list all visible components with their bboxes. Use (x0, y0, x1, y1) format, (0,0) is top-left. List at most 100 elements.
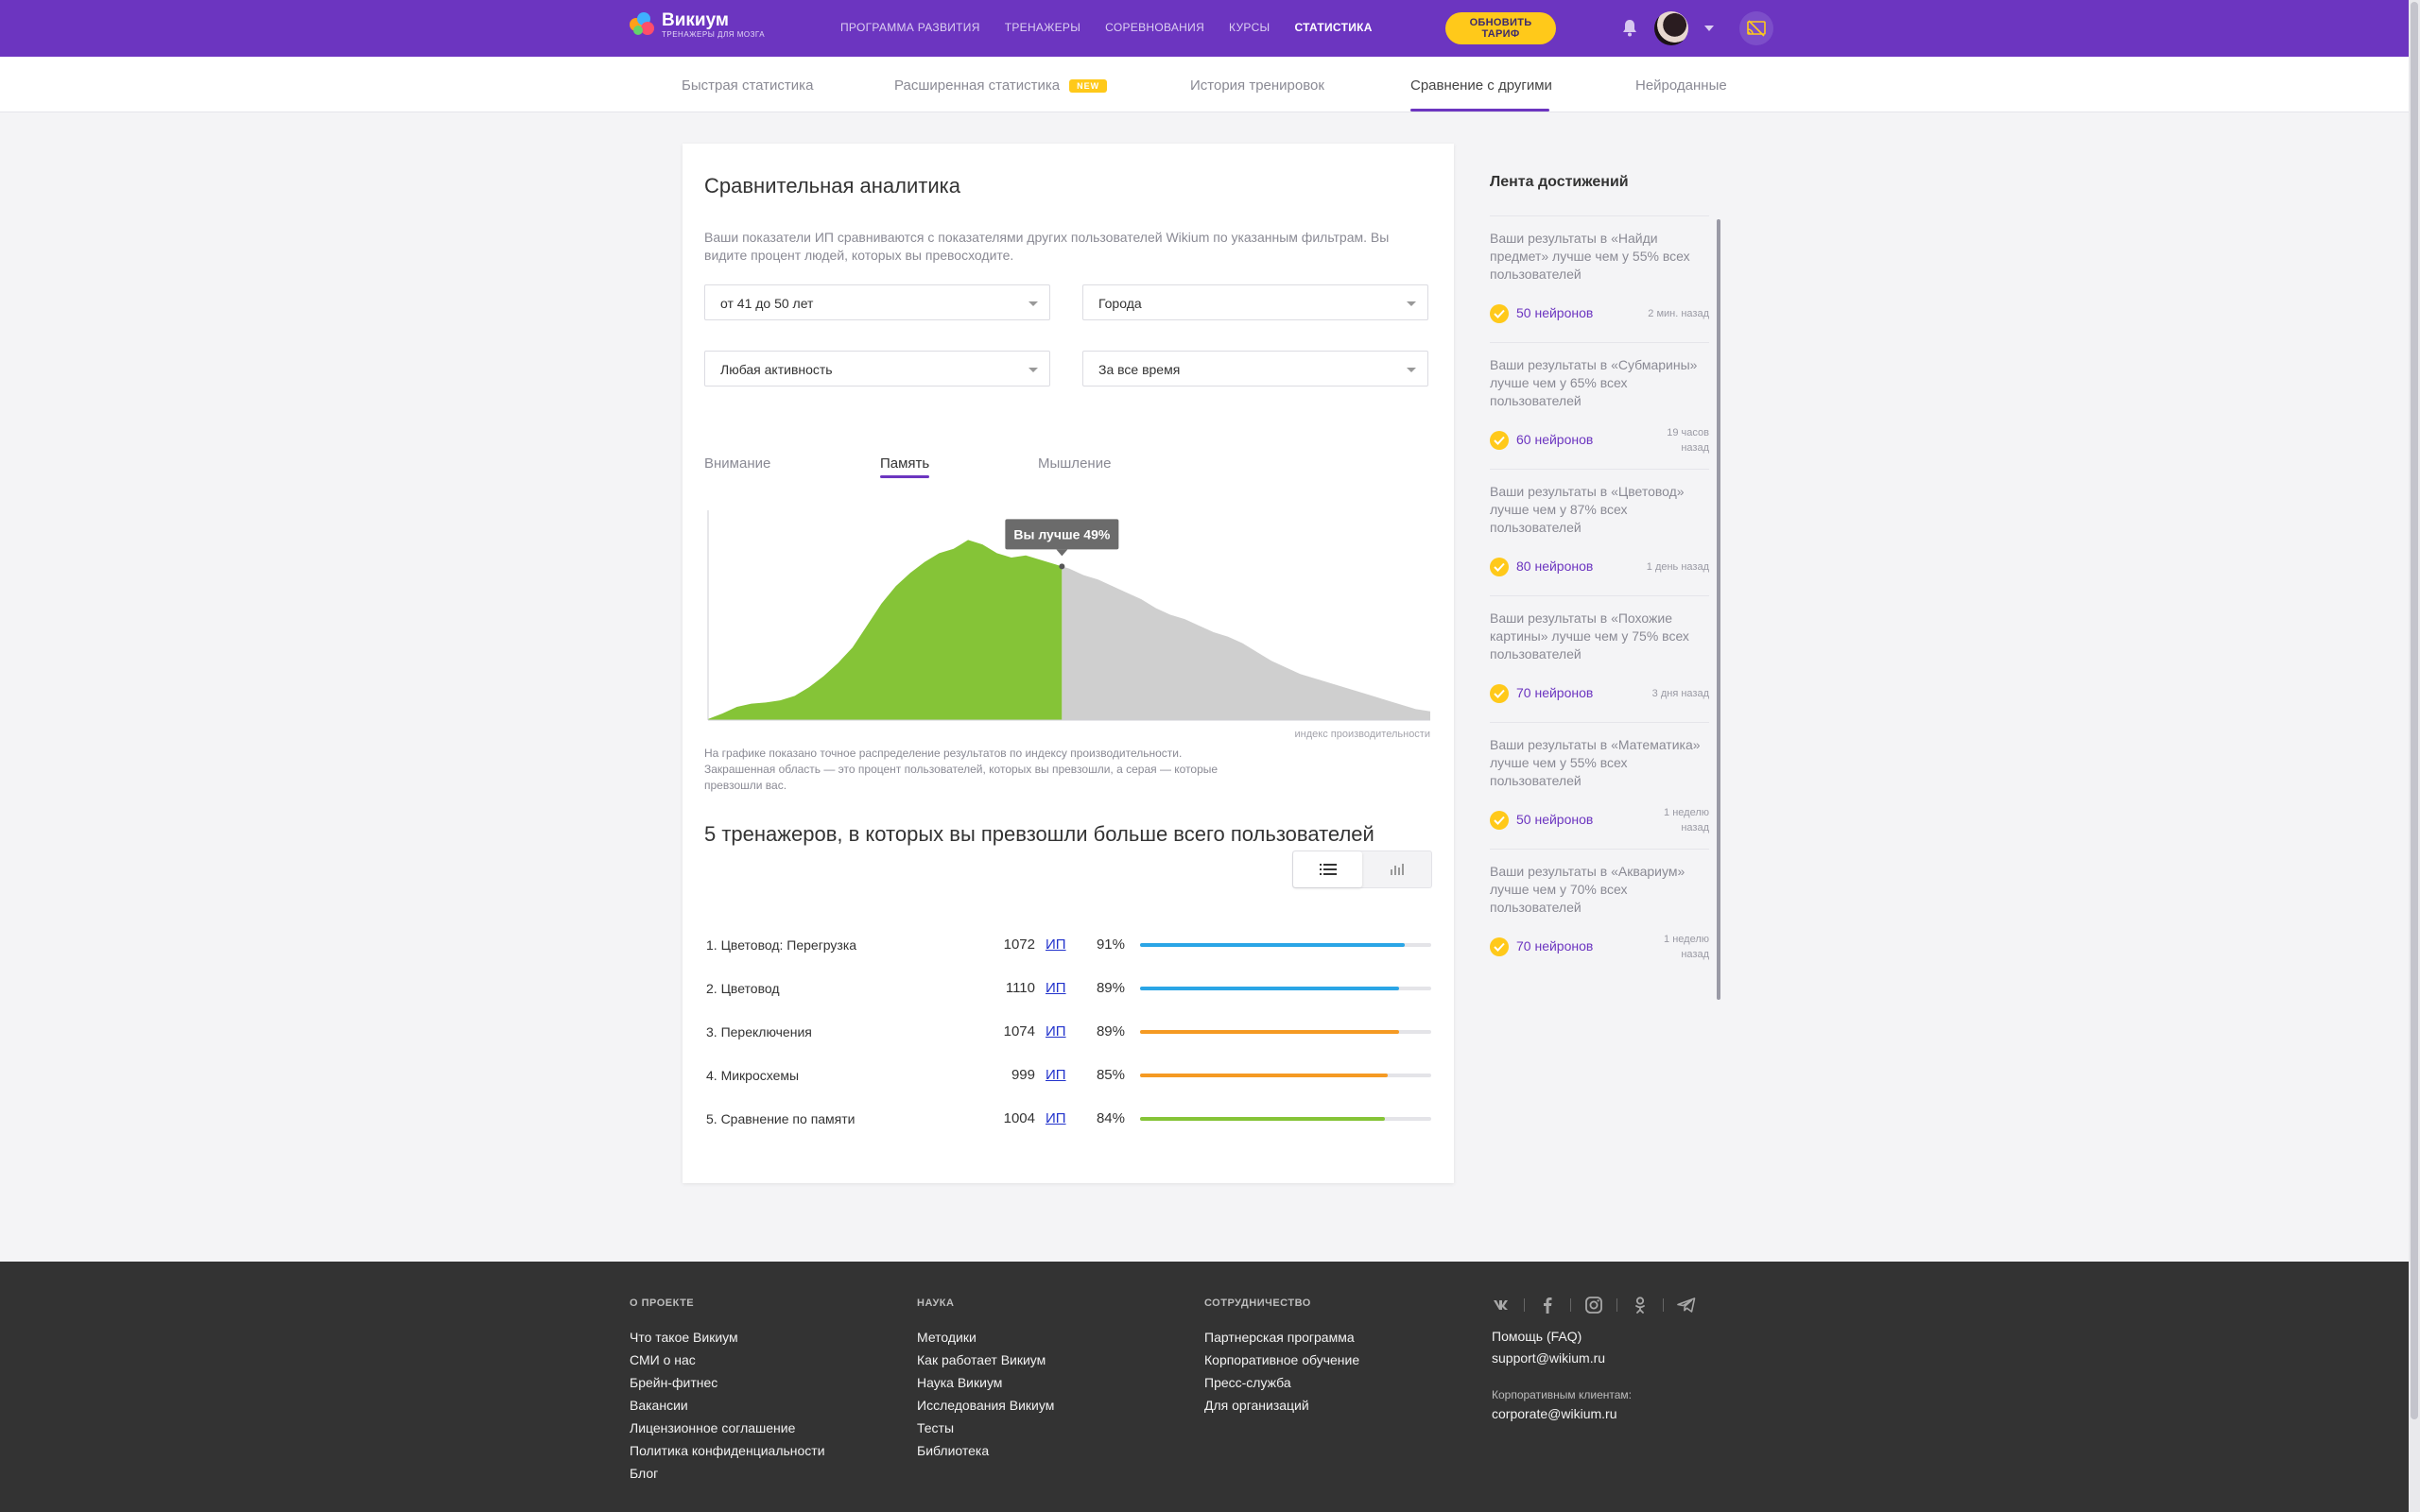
facebook-icon[interactable] (1538, 1296, 1557, 1314)
help-link[interactable]: Помощь (FAQ) (1492, 1326, 1632, 1348)
upgrade-plan-button[interactable]: ОБНОВИТЬ ТАРИФ (1445, 12, 1556, 44)
chart-view-button[interactable] (1363, 851, 1432, 887)
footer-link[interactable]: Политика конфиденциальности (630, 1439, 825, 1462)
footer-link[interactable]: Пресс-служба (1204, 1371, 1359, 1394)
cast-off-icon[interactable] (1739, 11, 1773, 45)
footer-link[interactable]: Партнерская программа (1204, 1326, 1359, 1349)
ip-link[interactable]: ИП (1046, 980, 1066, 996)
trainer-percent: 89% (1096, 980, 1125, 996)
page-scrollbar-thumb[interactable] (2411, 2, 2418, 1419)
footer-link[interactable]: Корпоративное обучение (1204, 1349, 1359, 1371)
ip-link[interactable]: ИП (1046, 936, 1066, 953)
footer-about-title: О ПРОЕКТЕ (630, 1297, 695, 1309)
list-view-button[interactable] (1293, 851, 1362, 887)
footer-about: О ПРОЕКТЕ Что такое Викиум СМИ о нас Бре… (630, 1297, 825, 1485)
new-badge: NEW (1069, 79, 1108, 94)
nav-competitions[interactable]: СОРЕВНОВАНИЯ (1105, 21, 1204, 34)
divider (1663, 1298, 1664, 1312)
achievement-time: 1 день назад (1646, 561, 1709, 573)
city-filter-select[interactable]: Города (1082, 284, 1428, 320)
footer-link[interactable]: Методики (917, 1326, 1054, 1349)
tab-memory[interactable]: Память (880, 455, 929, 472)
tooltip-text: Вы лучше 49% (1013, 526, 1110, 541)
ip-link[interactable]: ИП (1046, 1067, 1066, 1083)
footer-link[interactable]: Для организаций (1204, 1394, 1359, 1417)
achievement-item: Ваши результаты в «Математика» лучше чем… (1490, 722, 1709, 849)
percent-bar-fill (1140, 1117, 1385, 1121)
activity-filter-select[interactable]: Любая активность (704, 351, 1050, 387)
footer-link[interactable]: Лицензионное соглашение (630, 1417, 825, 1439)
period-filter-value: За все время (1098, 362, 1181, 377)
tab-extended-stats-label: Расширенная статистика (894, 77, 1061, 94)
corporate-email-link[interactable]: corporate@wikium.ru (1492, 1403, 1632, 1425)
tab-attention[interactable]: Внимание (704, 455, 770, 472)
footer-link[interactable]: Исследования Викиум (917, 1394, 1054, 1417)
telegram-icon[interactable] (1677, 1296, 1696, 1314)
trainer-name: 4. Микросхемы (706, 1068, 800, 1083)
period-filter-select[interactable]: За все время (1082, 351, 1428, 387)
check-icon (1490, 811, 1509, 830)
achievement-neurons: 70 нейронов (1516, 685, 1594, 700)
chevron-down-icon (1028, 368, 1038, 372)
chevron-down-icon[interactable] (1704, 26, 1714, 31)
feed-scrollbar[interactable] (1717, 219, 1720, 1000)
tab-training-history[interactable]: История тренировок (1190, 77, 1324, 94)
trainer-score: 1072 (1003, 936, 1035, 953)
footer-link[interactable]: СМИ о нас (630, 1349, 825, 1371)
nav-statistics[interactable]: СТАТИСТИКА (1294, 21, 1372, 34)
achievement-item: Ваши результаты в «Похожие картины» лучш… (1490, 595, 1709, 722)
ip-link[interactable]: ИП (1046, 1110, 1066, 1126)
footer-link[interactable]: Вакансии (630, 1394, 825, 1417)
check-icon (1490, 937, 1509, 956)
footer-link[interactable]: Библиотека (917, 1439, 1054, 1462)
tab-compare[interactable]: Сравнение с другими (1410, 77, 1552, 94)
page-scrollbar[interactable] (2409, 0, 2420, 1512)
bell-icon[interactable] (1618, 17, 1641, 40)
tab-quick-stats[interactable]: Быстрая статистика (682, 77, 813, 94)
footer-partners: СОТРУДНИЧЕСТВО Партнерская программа Кор… (1204, 1297, 1359, 1417)
vk-icon[interactable] (1492, 1296, 1511, 1314)
trainer-percent: 91% (1096, 936, 1125, 953)
nav-program[interactable]: ПРОГРАММА РАЗВИТИЯ (840, 21, 980, 34)
achievements-feed[interactable]: Ваши результаты в «Найди предмет» лучше … (1490, 215, 1724, 1151)
divider (1524, 1298, 1525, 1312)
footer-link[interactable]: Блог (630, 1462, 825, 1485)
footer-link[interactable]: Что такое Викиум (630, 1326, 825, 1349)
social-links (1492, 1296, 1696, 1314)
ip-link[interactable]: ИП (1046, 1023, 1066, 1040)
nav-trainers[interactable]: ТРЕНАЖЕРЫ (1005, 21, 1080, 34)
footer-link[interactable]: Брейн-фитнес (630, 1371, 825, 1394)
stats-tabs: Быстрая статистика Расширенная статистик… (0, 57, 2409, 112)
top-navbar: Викиум ТРЕНАЖЕРЫ ДЛЯ МОЗГА ПРОГРАММА РАЗ… (0, 0, 2409, 57)
footer-science: НАУКА Методики Как работает Викиум Наука… (917, 1297, 1054, 1462)
achievement-time: 1 неделю назад (1664, 807, 1709, 833)
percent-bar (1140, 943, 1431, 947)
analytics-description: Ваши показатели ИП сравниваются с показа… (704, 230, 1390, 263)
trainer-name: 1. Цветовод: Перегрузка (706, 937, 857, 953)
percent-bar (1140, 1030, 1431, 1034)
achievement-time: 19 часов назад (1667, 427, 1709, 454)
footer-link[interactable]: Наука Викиум (917, 1371, 1054, 1394)
achievement-footer: 50 нейронов 1 неделю назад (1490, 805, 1709, 833)
trainer-row: 3. Переключения 1074 ИП 89% (704, 1021, 1432, 1043)
tab-extended-stats[interactable]: Расширенная статистика NEW (894, 77, 1108, 94)
odnoklassniki-icon[interactable] (1631, 1296, 1650, 1314)
footer-science-title: НАУКА (917, 1297, 955, 1309)
achievement-item: Ваши результаты в «Найди предмет» лучше … (1490, 215, 1709, 342)
achievement-neurons: 70 нейронов (1516, 938, 1594, 954)
instagram-icon[interactable] (1584, 1296, 1603, 1314)
logo[interactable]: Викиум ТРЕНАЖЕРЫ ДЛЯ МОЗГА (630, 11, 765, 39)
nav-courses[interactable]: КУРСЫ (1229, 21, 1270, 34)
support-email-link[interactable]: support@wikium.ru (1492, 1348, 1632, 1369)
footer-link[interactable]: Тесты (917, 1417, 1054, 1439)
age-filter-select[interactable]: от 41 до 50 лет (704, 284, 1050, 320)
tab-thinking[interactable]: Мышление (1038, 455, 1111, 472)
achievement-text: Ваши результаты в «Математика» лучше чем… (1490, 737, 1701, 788)
activity-filter-value: Любая активность (720, 362, 833, 377)
footer-link[interactable]: Как работает Викиум (917, 1349, 1054, 1371)
tab-neurodata[interactable]: Нейроданные (1635, 77, 1727, 94)
achievement-item: Ваши результаты в «Аквариум» лучше чем у… (1490, 849, 1709, 975)
check-icon (1490, 558, 1509, 576)
corporate-label: Корпоративным клиентам: (1492, 1388, 1633, 1401)
avatar[interactable] (1654, 11, 1688, 45)
